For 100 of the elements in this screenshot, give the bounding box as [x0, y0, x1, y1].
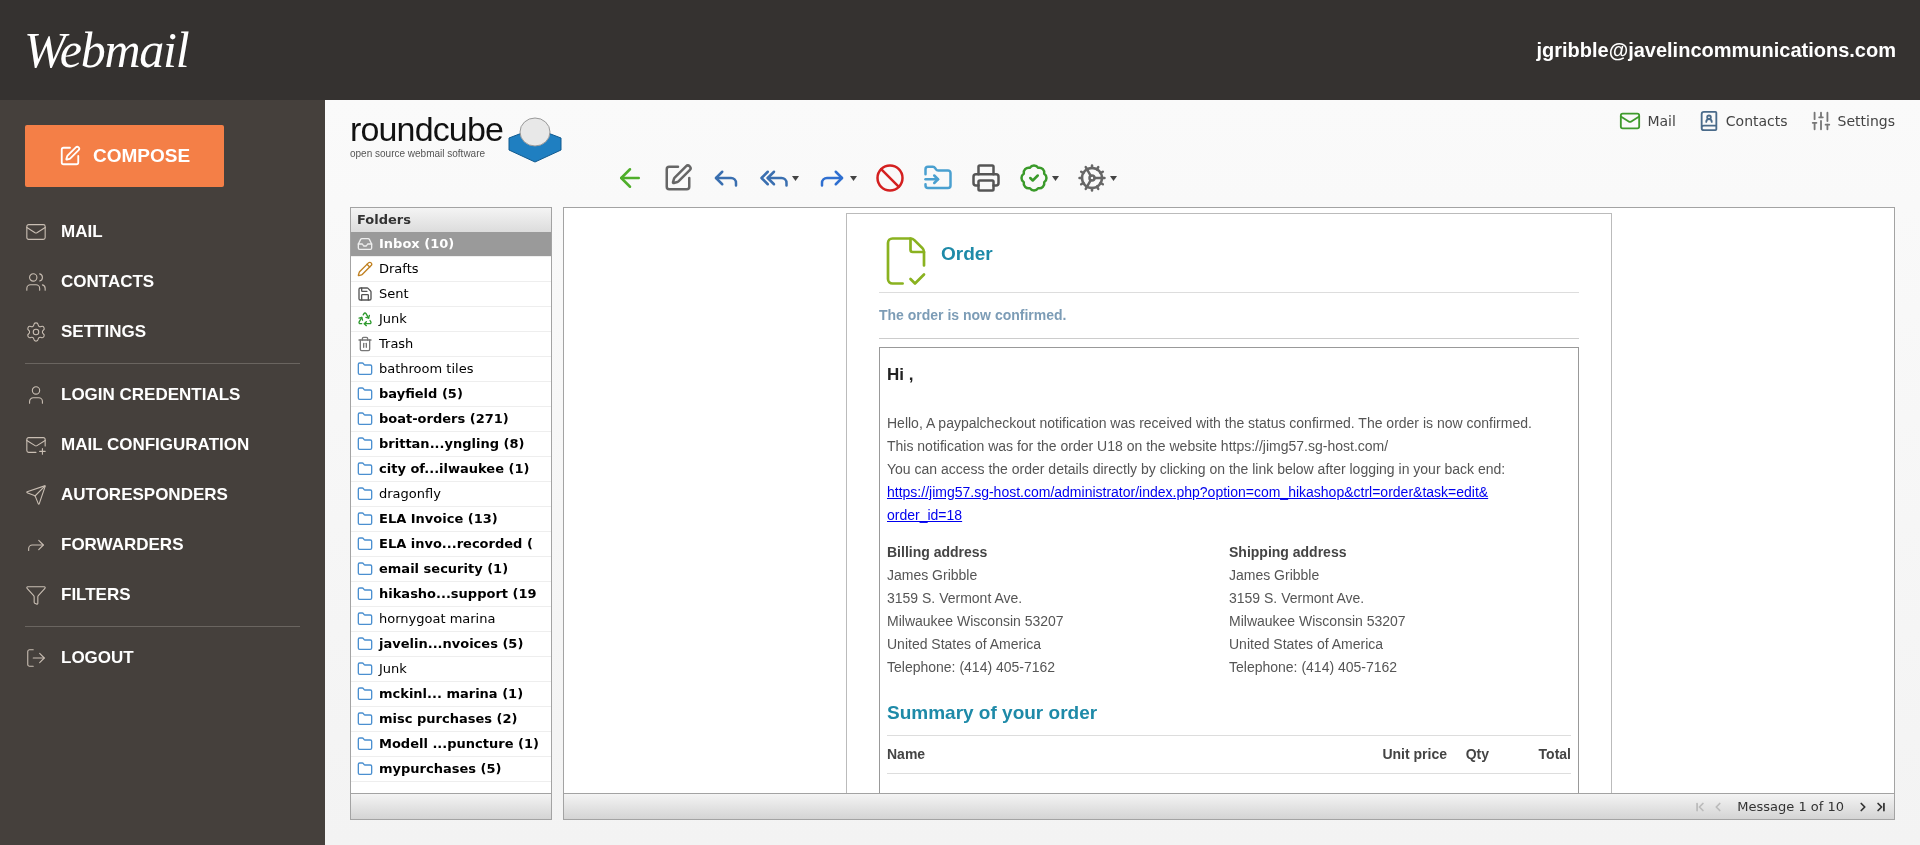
folder-item[interactable]: email security (1)	[351, 557, 551, 582]
folder-icon	[357, 636, 373, 652]
top-nav-link[interactable]: Mail	[1619, 110, 1676, 132]
greeting: Hi ,	[887, 364, 915, 386]
folder-icon	[357, 361, 373, 377]
top-nav-link[interactable]: Settings	[1809, 110, 1895, 132]
envelope-plus-icon	[25, 434, 47, 456]
logo-tagline: open source webmail software	[350, 147, 487, 161]
brand-logo: Webmail	[24, 20, 189, 80]
edit-icon[interactable]	[663, 163, 693, 193]
address-heading: Shipping address	[1229, 542, 1348, 562]
column-header: Unit price	[1381, 745, 1447, 764]
logout-icon	[25, 647, 47, 669]
nav-item[interactable]: LOGIN CREDENTIALS	[25, 370, 300, 420]
sent-icon	[357, 286, 373, 302]
folder-item[interactable]: misc purchases (2)	[351, 707, 551, 732]
email-subtitle: The order is now confirmed.	[879, 293, 1579, 339]
folder-item[interactable]: hornygoat marina	[351, 607, 551, 632]
folder-item[interactable]: Junk	[351, 307, 551, 332]
folder-icon	[357, 686, 373, 702]
folder-item[interactable]: mckinl... marina (1)	[351, 682, 551, 707]
address-line: 3159 S. Vermont Ave.	[1229, 588, 1366, 608]
address-line: 3159 S. Vermont Ave.	[887, 588, 1024, 608]
settings-icon	[25, 321, 47, 343]
folder-icon	[357, 586, 373, 602]
inbox-icon	[357, 236, 373, 252]
folder-item[interactable]: Trash	[351, 332, 551, 357]
logo-wordmark: roundcube	[350, 112, 504, 146]
folder-item[interactable]: Modell ...puncture (1)	[351, 732, 551, 757]
envelope-icon	[25, 221, 47, 243]
folder-item[interactable]: boat-orders (271)	[351, 407, 551, 432]
nav-item[interactable]: FILTERS	[25, 570, 300, 620]
folder-icon	[357, 411, 373, 427]
column-header: Total	[1537, 745, 1571, 764]
address-line: Milwaukee Wisconsin 53207	[887, 611, 1065, 631]
folder-item[interactable]: dragonfly	[351, 482, 551, 507]
folder-icon	[357, 386, 373, 402]
address-heading: Billing address	[887, 542, 989, 562]
folder-icon	[357, 711, 373, 727]
recycle-bin-icon	[357, 311, 373, 327]
folder-item[interactable]: ELA invo...recorded (	[351, 532, 551, 557]
message-count: Message 1 of 10	[1737, 797, 1844, 816]
folder-item[interactable]: Junk	[351, 657, 551, 682]
folders-header: Folders	[351, 208, 551, 232]
print-icon[interactable]	[971, 163, 1001, 193]
address-line: Telephone: (414) 405-7162	[887, 657, 1057, 677]
nav-item[interactable]: CONTACTS	[25, 257, 300, 307]
folder-item[interactable]: javelin...nvoices (5)	[351, 632, 551, 657]
body-text: You can access the order details directly by clicking on the link below after logging in your back end:	[887, 459, 1507, 479]
address-line: James Gribble	[1229, 565, 1321, 585]
sliders-icon	[1809, 110, 1832, 132]
folder-item[interactable]: brittan...yngling (8)	[351, 432, 551, 457]
folder-icon	[357, 461, 373, 477]
folder-item[interactable]: hikasho...support (19	[351, 582, 551, 607]
folder-item[interactable]: Drafts	[351, 257, 551, 282]
folder-item[interactable]: mypurchases (5)	[351, 757, 551, 782]
caret-icon[interactable]	[1052, 175, 1059, 181]
column-header: Qty	[1464, 745, 1490, 764]
address-line: James Gribble	[887, 565, 979, 585]
address-line: Telephone: (414) 405-7162	[1229, 657, 1399, 677]
folder-icon	[357, 536, 373, 552]
nav-item[interactable]: SETTINGS	[25, 307, 300, 357]
delete-icon[interactable]	[875, 163, 905, 193]
people-icon	[25, 271, 47, 293]
nav-item[interactable]: LOGOUT	[25, 633, 300, 683]
pencil-icon	[357, 261, 373, 277]
user-email: jgribble@javelincommunications.com	[1536, 38, 1896, 63]
summary-heading: Summary of your order	[887, 698, 1571, 736]
folder-icon	[357, 761, 373, 777]
folder-icon	[357, 511, 373, 527]
filter-icon	[25, 584, 47, 606]
order-link[interactable]: https://jimg57.sg-host.com/administrator/index.php?option=com_hikashop&ctrl=order&task=edit& order_id=18	[887, 480, 1489, 527]
badge-check-icon[interactable]	[1019, 163, 1049, 193]
edit-icon	[58, 145, 81, 167]
nav-item[interactable]: AUTORESPONDERS	[25, 470, 300, 520]
folder-item[interactable]: bayfield (5)	[351, 382, 551, 407]
envelope-icon	[1619, 110, 1642, 132]
folder-icon	[357, 736, 373, 752]
folder-icon	[357, 436, 373, 452]
folder-icon	[357, 611, 373, 627]
folder-icon	[357, 486, 373, 502]
folder-icon	[357, 561, 373, 577]
email-title: Order	[941, 241, 993, 266]
body-text: This notification was for the order U18 on the website https://jimg57.sg-host.com/	[887, 436, 1390, 456]
caret-icon[interactable]	[1110, 175, 1117, 181]
top-nav-link[interactable]: Contacts	[1697, 110, 1788, 132]
folder-icon	[357, 661, 373, 677]
caret-icon[interactable]	[850, 175, 857, 181]
folder-item[interactable]: ELA Invoice (13)	[351, 507, 551, 532]
address-line: United States of America	[1229, 634, 1385, 654]
folder-item[interactable]: Sent	[351, 282, 551, 307]
caret-icon[interactable]	[792, 175, 799, 181]
folder-item[interactable]: bathroom tiles	[351, 357, 551, 382]
folder-item[interactable]: city of...ilwaukee (1)	[351, 457, 551, 482]
nav-item[interactable]: MAIL	[25, 207, 300, 257]
address-line: United States of America	[887, 634, 1043, 654]
paper-plane-icon	[25, 484, 47, 506]
settings-icon[interactable]	[1077, 163, 1107, 193]
nav-item[interactable]: FORWARDERS	[25, 520, 300, 570]
nav-item[interactable]: MAIL CONFIGURATION	[25, 420, 300, 470]
